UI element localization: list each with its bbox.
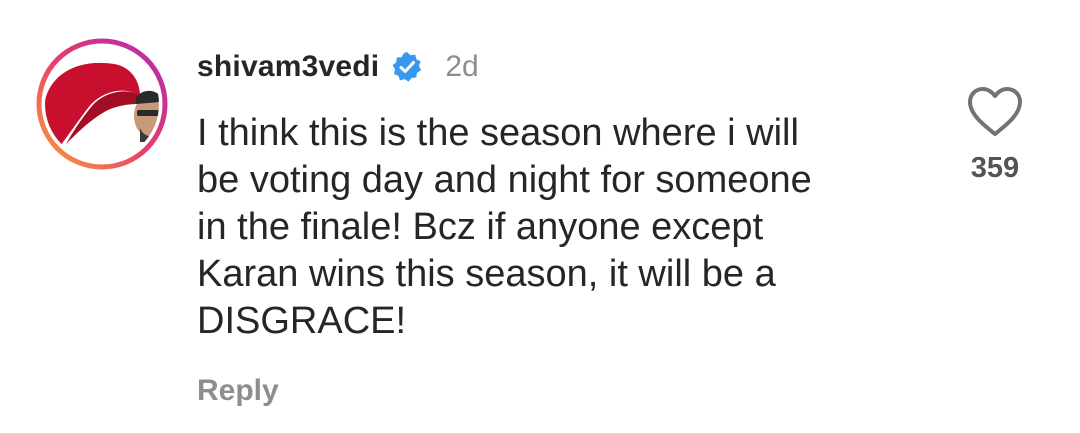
username-link[interactable]: shivam3vedi — [197, 50, 379, 84]
comment-text-line: Karan wins this season, it will be a — [197, 253, 776, 295]
comment-text-line: in the finale! Bcz if anyone except — [197, 206, 764, 248]
verified-badge-icon — [391, 51, 423, 83]
timestamp: 2d — [445, 50, 479, 83]
comment-text-line: DISGRACE! — [197, 300, 407, 342]
comment-item: shivam3vedi 2d I think this is the seaso… — [0, 0, 1080, 433]
heart-outline-icon[interactable] — [966, 86, 1024, 138]
comment-text-line: I think this is the season where i will — [197, 112, 799, 154]
comment-text-line: be voting day and night for someone — [197, 159, 812, 201]
comment-header: shivam3vedi 2d — [197, 44, 479, 90]
like-count: 359 — [970, 152, 1020, 184]
reply-button[interactable]: Reply — [197, 374, 279, 408]
avatar[interactable] — [36, 38, 168, 170]
comment-text: I think this is the season where i will … — [197, 110, 897, 345]
